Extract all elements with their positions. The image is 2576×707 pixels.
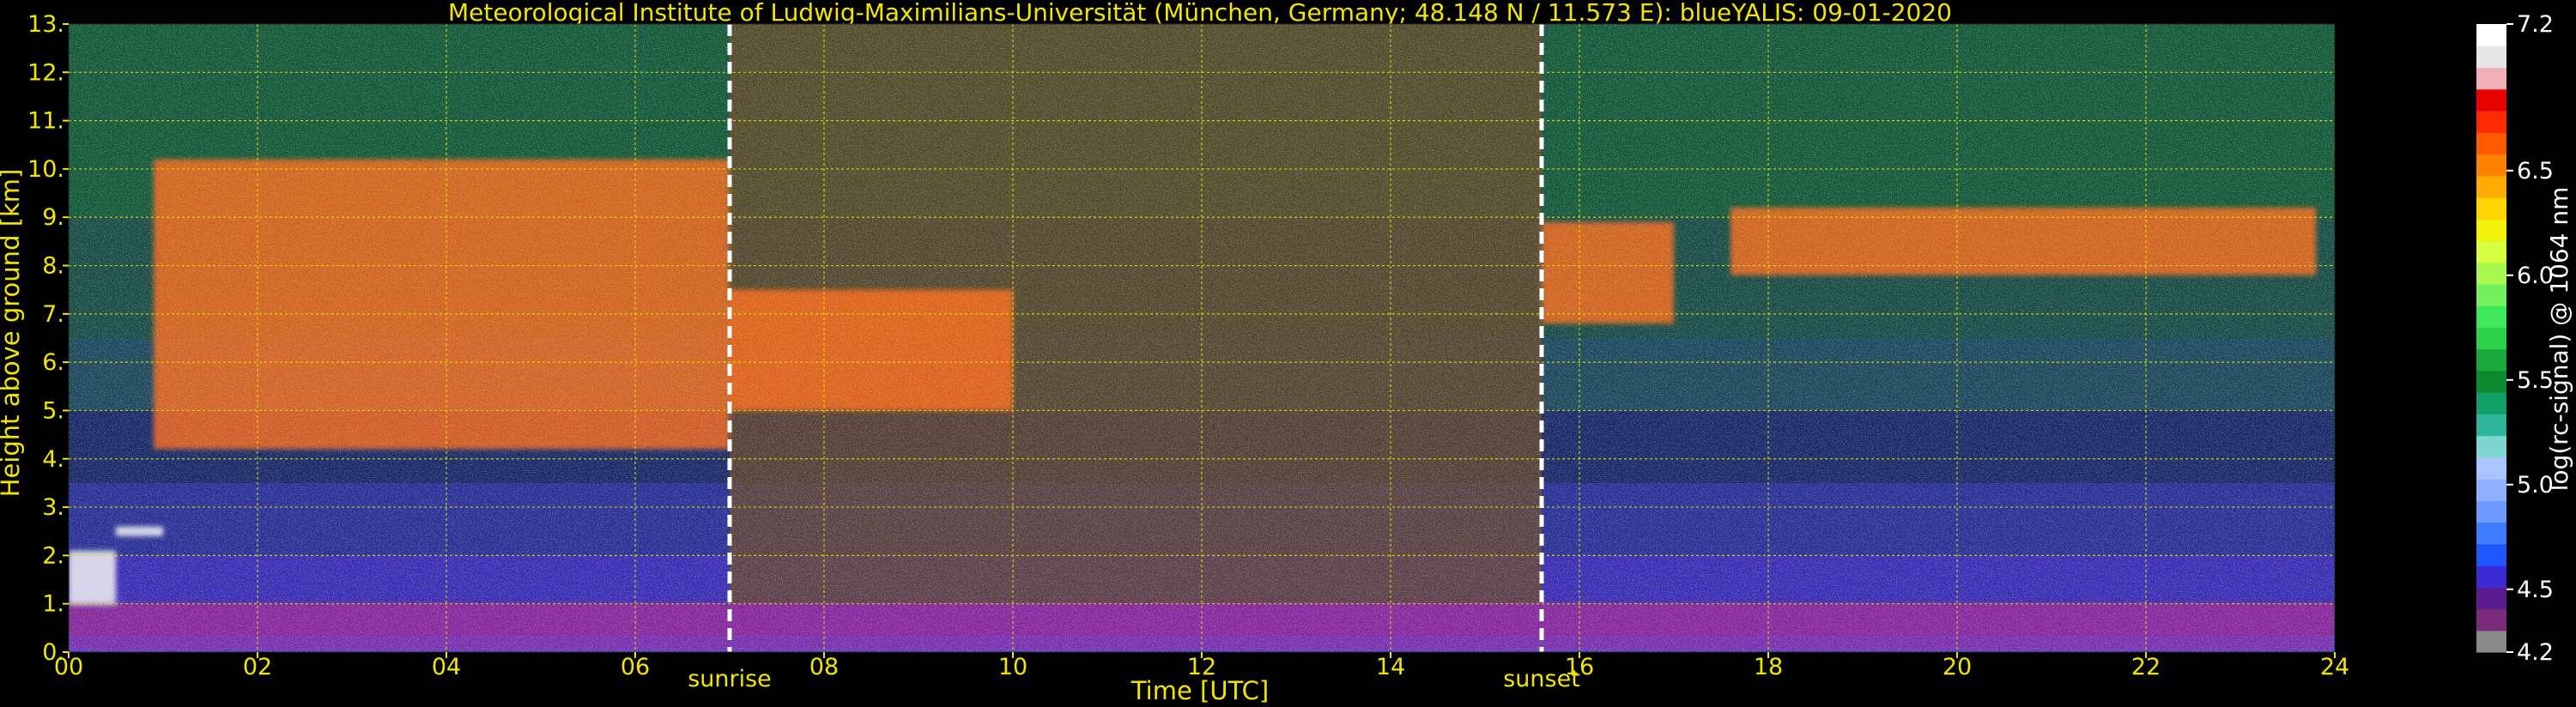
colorbar-swatch [2476,435,2506,458]
colorbar-swatch [2476,45,2506,69]
y-tick-label: 3. [42,494,64,521]
colorbar-swatch [2476,587,2506,610]
colorbar-swatch [2476,24,2506,46]
colorbar-label: log(rc-signal) @ 1064 nm [2545,187,2573,492]
y-tick-label: 5. [42,397,64,424]
y-tick-label: 11. [27,108,64,135]
y-tick-label: 0. [42,639,64,666]
colorbar-swatch [2476,175,2506,198]
y-tick-label: 10. [27,156,64,183]
x-tick-label: 20 [1943,654,1972,680]
chart-title: Meteorological Institute of Ludwig-Maxim… [448,0,1952,27]
y-tick-label: 2. [42,542,64,569]
y-tick-label: 7. [42,301,64,328]
colorbar-swatch [2476,327,2506,350]
y-axis: 0. 1. 2. 3. 4. 5. 6. 7. 8. 9. 10. 11. 12. 13. [27,11,69,666]
colorbar-tick-label: 6.5 [2517,158,2554,184]
x-tick-label: 14 [1376,654,1405,680]
y-tick-label: 1. [42,591,64,618]
y-tick-label: 12. [27,59,64,86]
colorbar-swatch [2476,262,2506,285]
plot-area [69,24,2335,652]
x-tick-label: 16 [1565,654,1594,680]
x-tick-label: 10 [998,654,1027,680]
colorbar-tick-label: 4.2 [2517,639,2554,666]
colorbar-swatch [2476,392,2506,414]
x-tick-label: 24 [2320,654,2349,680]
x-tick-label: 06 [621,654,650,680]
y-tick-label: 4. [42,446,64,473]
x-tick-label: 22 [2131,654,2161,680]
colorbar-swatch [2476,154,2506,177]
sunrise-label: sunrise [688,666,772,692]
colorbar-tick-label: 4.5 [2517,577,2554,603]
lidar-chart: Meteorological Institute of Ludwig-Maxim… [0,0,2573,705]
colorbar-swatch [2476,565,2506,588]
colorbar-swatch [2476,67,2506,90]
x-tick-label: 04 [432,654,461,680]
colorbar-swatch [2476,500,2506,523]
x-axis-label: Time [UTC] [1130,676,1269,705]
colorbar-swatch [2476,456,2506,480]
x-tick-label: 08 [809,654,839,680]
colorbar-swatch [2476,479,2506,501]
colorbar-swatch [2476,370,2506,393]
y-axis-label: Height above ground [km] [0,169,25,498]
colorbar-swatch [2476,196,2506,220]
colorbar-swatch [2476,132,2506,155]
colorbar-swatch [2476,240,2506,263]
colorbar: 4.24.55.05.56.06.57.2 [2476,11,2554,666]
x-tick-label: 18 [1754,654,1783,680]
colorbar-swatch [2476,608,2506,631]
colorbar-swatch [2476,88,2506,112]
colorbar-swatch [2476,305,2506,328]
colorbar-tick-label: 7.2 [2517,11,2554,38]
x-tick-label: 02 [243,654,272,680]
y-tick-label: 8. [42,253,64,280]
colorbar-swatch [2476,110,2506,133]
colorbar-swatch [2476,348,2506,372]
y-tick-label: 9. [42,204,64,231]
colorbar-swatch [2476,543,2506,566]
colorbar-swatch [2476,283,2506,306]
colorbar-swatch [2476,522,2506,545]
colorbar-swatch [2476,219,2506,242]
y-tick-label: 6. [42,349,64,376]
y-tick-label: 13. [27,11,64,38]
colorbar-swatch [2476,630,2506,653]
colorbar-swatch [2476,414,2506,437]
